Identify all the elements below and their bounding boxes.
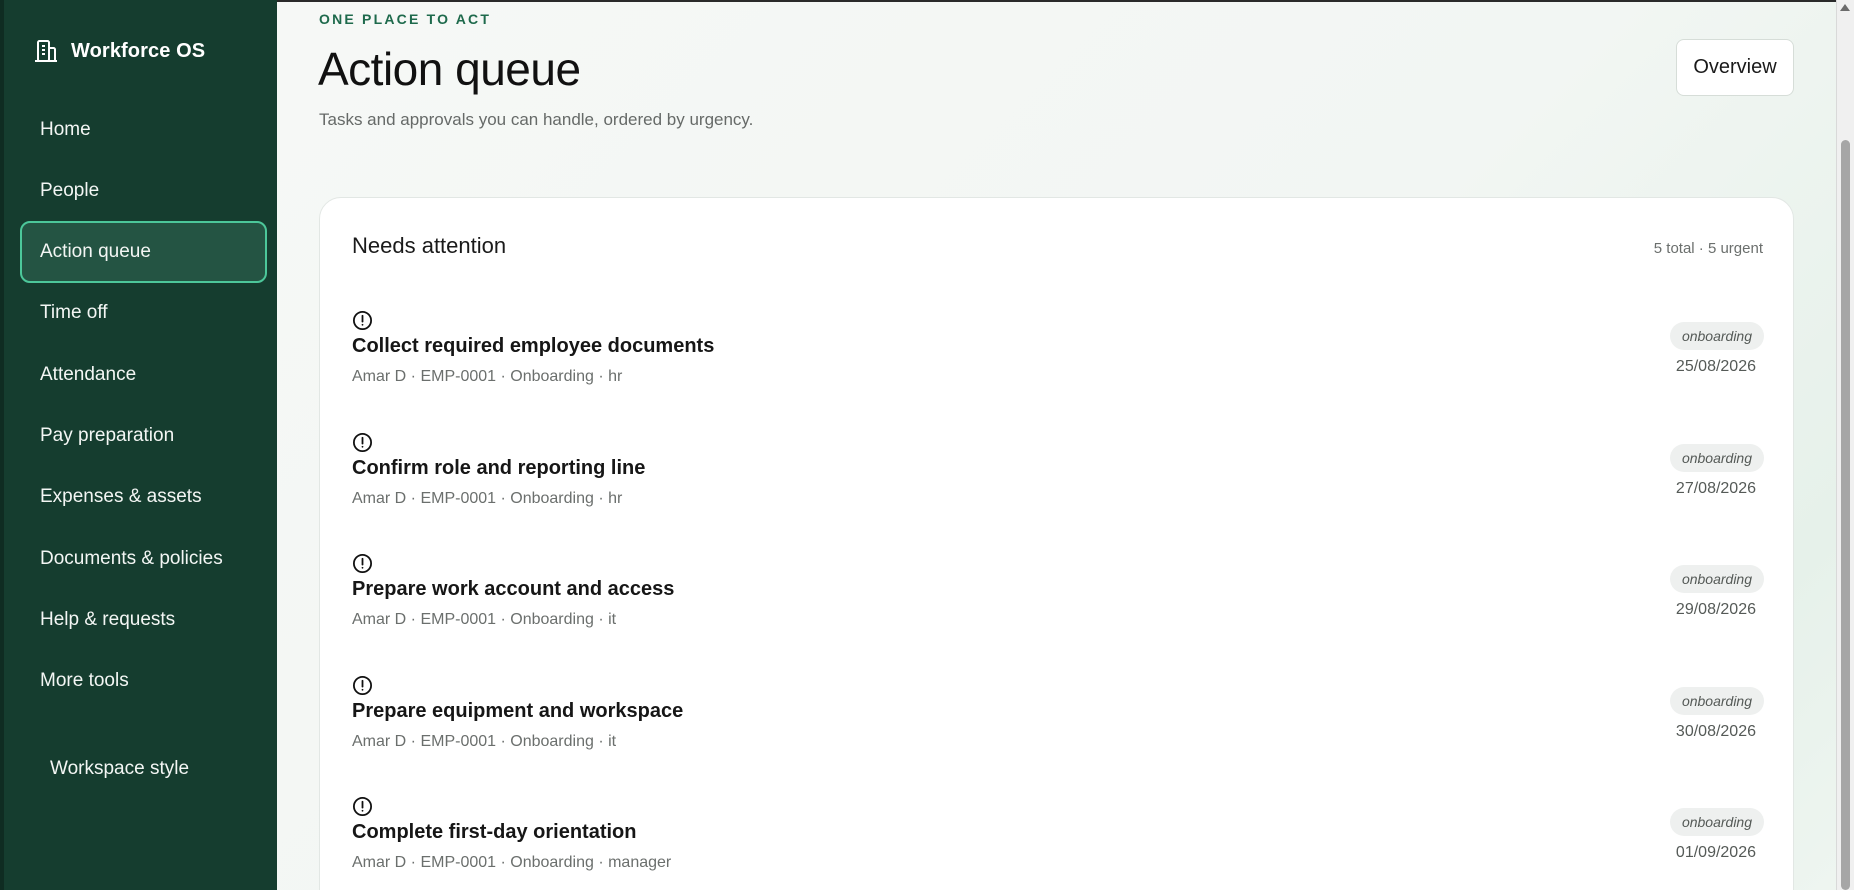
page-subtitle: Tasks and approvals you can handle, orde… (319, 110, 754, 129)
due-date: 01/09/2026 (1675, 844, 1756, 861)
task-title[interactable]: Prepare equipment and workspace (352, 700, 683, 723)
category-tag: onboarding (1669, 565, 1764, 593)
sidebar: Workforce OS Home People Action queue Ti… (0, 0, 277, 890)
task-title[interactable]: Collect required employee documents (352, 335, 714, 358)
card-title: Needs attention (352, 233, 507, 258)
task-title[interactable]: Confirm role and reporting line (352, 457, 645, 480)
sidebar-item-expenses-assets[interactable]: Expenses & assets (20, 466, 267, 528)
building-icon (35, 40, 57, 62)
needs-attention-card: Needs attention 5 total · 5 urgent Colle… (319, 197, 1794, 890)
list-item[interactable]: Prepare work account and access Amar D ·… (352, 553, 1764, 653)
workspace-style-button[interactable]: Workspace style (50, 758, 189, 780)
overview-button[interactable]: Overview (1676, 39, 1794, 96)
page-eyebrow: ONE PLACE TO ACT (319, 11, 492, 27)
scrollbar-thumb[interactable] (1841, 140, 1850, 890)
due-date: 30/08/2026 (1675, 723, 1756, 740)
task-meta: Amar D · EMP-0001 · Onboarding · it (352, 733, 617, 750)
app-window: Workforce OS Home People Action queue Ti… (0, 0, 1854, 890)
sidebar-item-home[interactable]: Home (20, 99, 267, 161)
brand-name: Workforce OS (71, 39, 206, 62)
main-content: ONE PLACE TO ACT Action queue Tasks and … (277, 0, 1836, 890)
page-title: Action queue (318, 43, 581, 95)
sidebar-item-people[interactable]: People (20, 160, 267, 222)
sidebar-item-pay-preparation[interactable]: Pay preparation (20, 405, 267, 467)
alert-circle-icon (352, 796, 373, 817)
alert-circle-icon (352, 310, 373, 331)
category-tag: onboarding (1669, 444, 1764, 472)
task-title[interactable]: Complete first-day orientation (352, 821, 636, 844)
category-tag: onboarding (1669, 687, 1764, 715)
category-tag: onboarding (1669, 808, 1764, 836)
page-scrollbar[interactable] (1836, 0, 1854, 890)
due-date: 29/08/2026 (1675, 601, 1756, 618)
alert-circle-icon (352, 553, 373, 574)
card-count: 5 total · 5 urgent (1653, 240, 1763, 257)
sidebar-item-action-queue[interactable]: Action queue (20, 221, 267, 283)
list-item[interactable]: Confirm role and reporting line Amar D ·… (352, 432, 1764, 532)
sidebar-item-attendance[interactable]: Attendance (20, 344, 267, 406)
list-item[interactable]: Complete first-day orientation Amar D · … (352, 796, 1764, 890)
task-meta: Amar D · EMP-0001 · Onboarding · it (352, 611, 617, 628)
alert-circle-icon (352, 675, 373, 696)
task-title[interactable]: Prepare work account and access (352, 578, 674, 601)
due-date: 25/08/2026 (1675, 358, 1756, 375)
list-item[interactable]: Prepare equipment and workspace Amar D ·… (352, 675, 1764, 775)
category-tag: onboarding (1669, 322, 1764, 350)
due-date: 27/08/2026 (1675, 480, 1756, 497)
sidebar-item-documents-policies[interactable]: Documents & policies (20, 528, 267, 590)
list-item[interactable]: Collect required employee documents Amar… (352, 310, 1764, 410)
sidebar-item-time-off[interactable]: Time off (20, 282, 267, 344)
sidebar-item-help-requests[interactable]: Help & requests (20, 589, 267, 651)
sidebar-item-more-tools[interactable]: More tools (20, 650, 267, 712)
task-meta: Amar D · EMP-0001 · Onboarding · manager (352, 854, 672, 871)
alert-circle-icon (352, 432, 373, 453)
task-meta: Amar D · EMP-0001 · Onboarding · hr (352, 490, 623, 507)
brand[interactable]: Workforce OS (33, 38, 205, 64)
task-meta: Amar D · EMP-0001 · Onboarding · hr (352, 368, 623, 385)
scroll-up-icon[interactable] (1840, 4, 1850, 11)
